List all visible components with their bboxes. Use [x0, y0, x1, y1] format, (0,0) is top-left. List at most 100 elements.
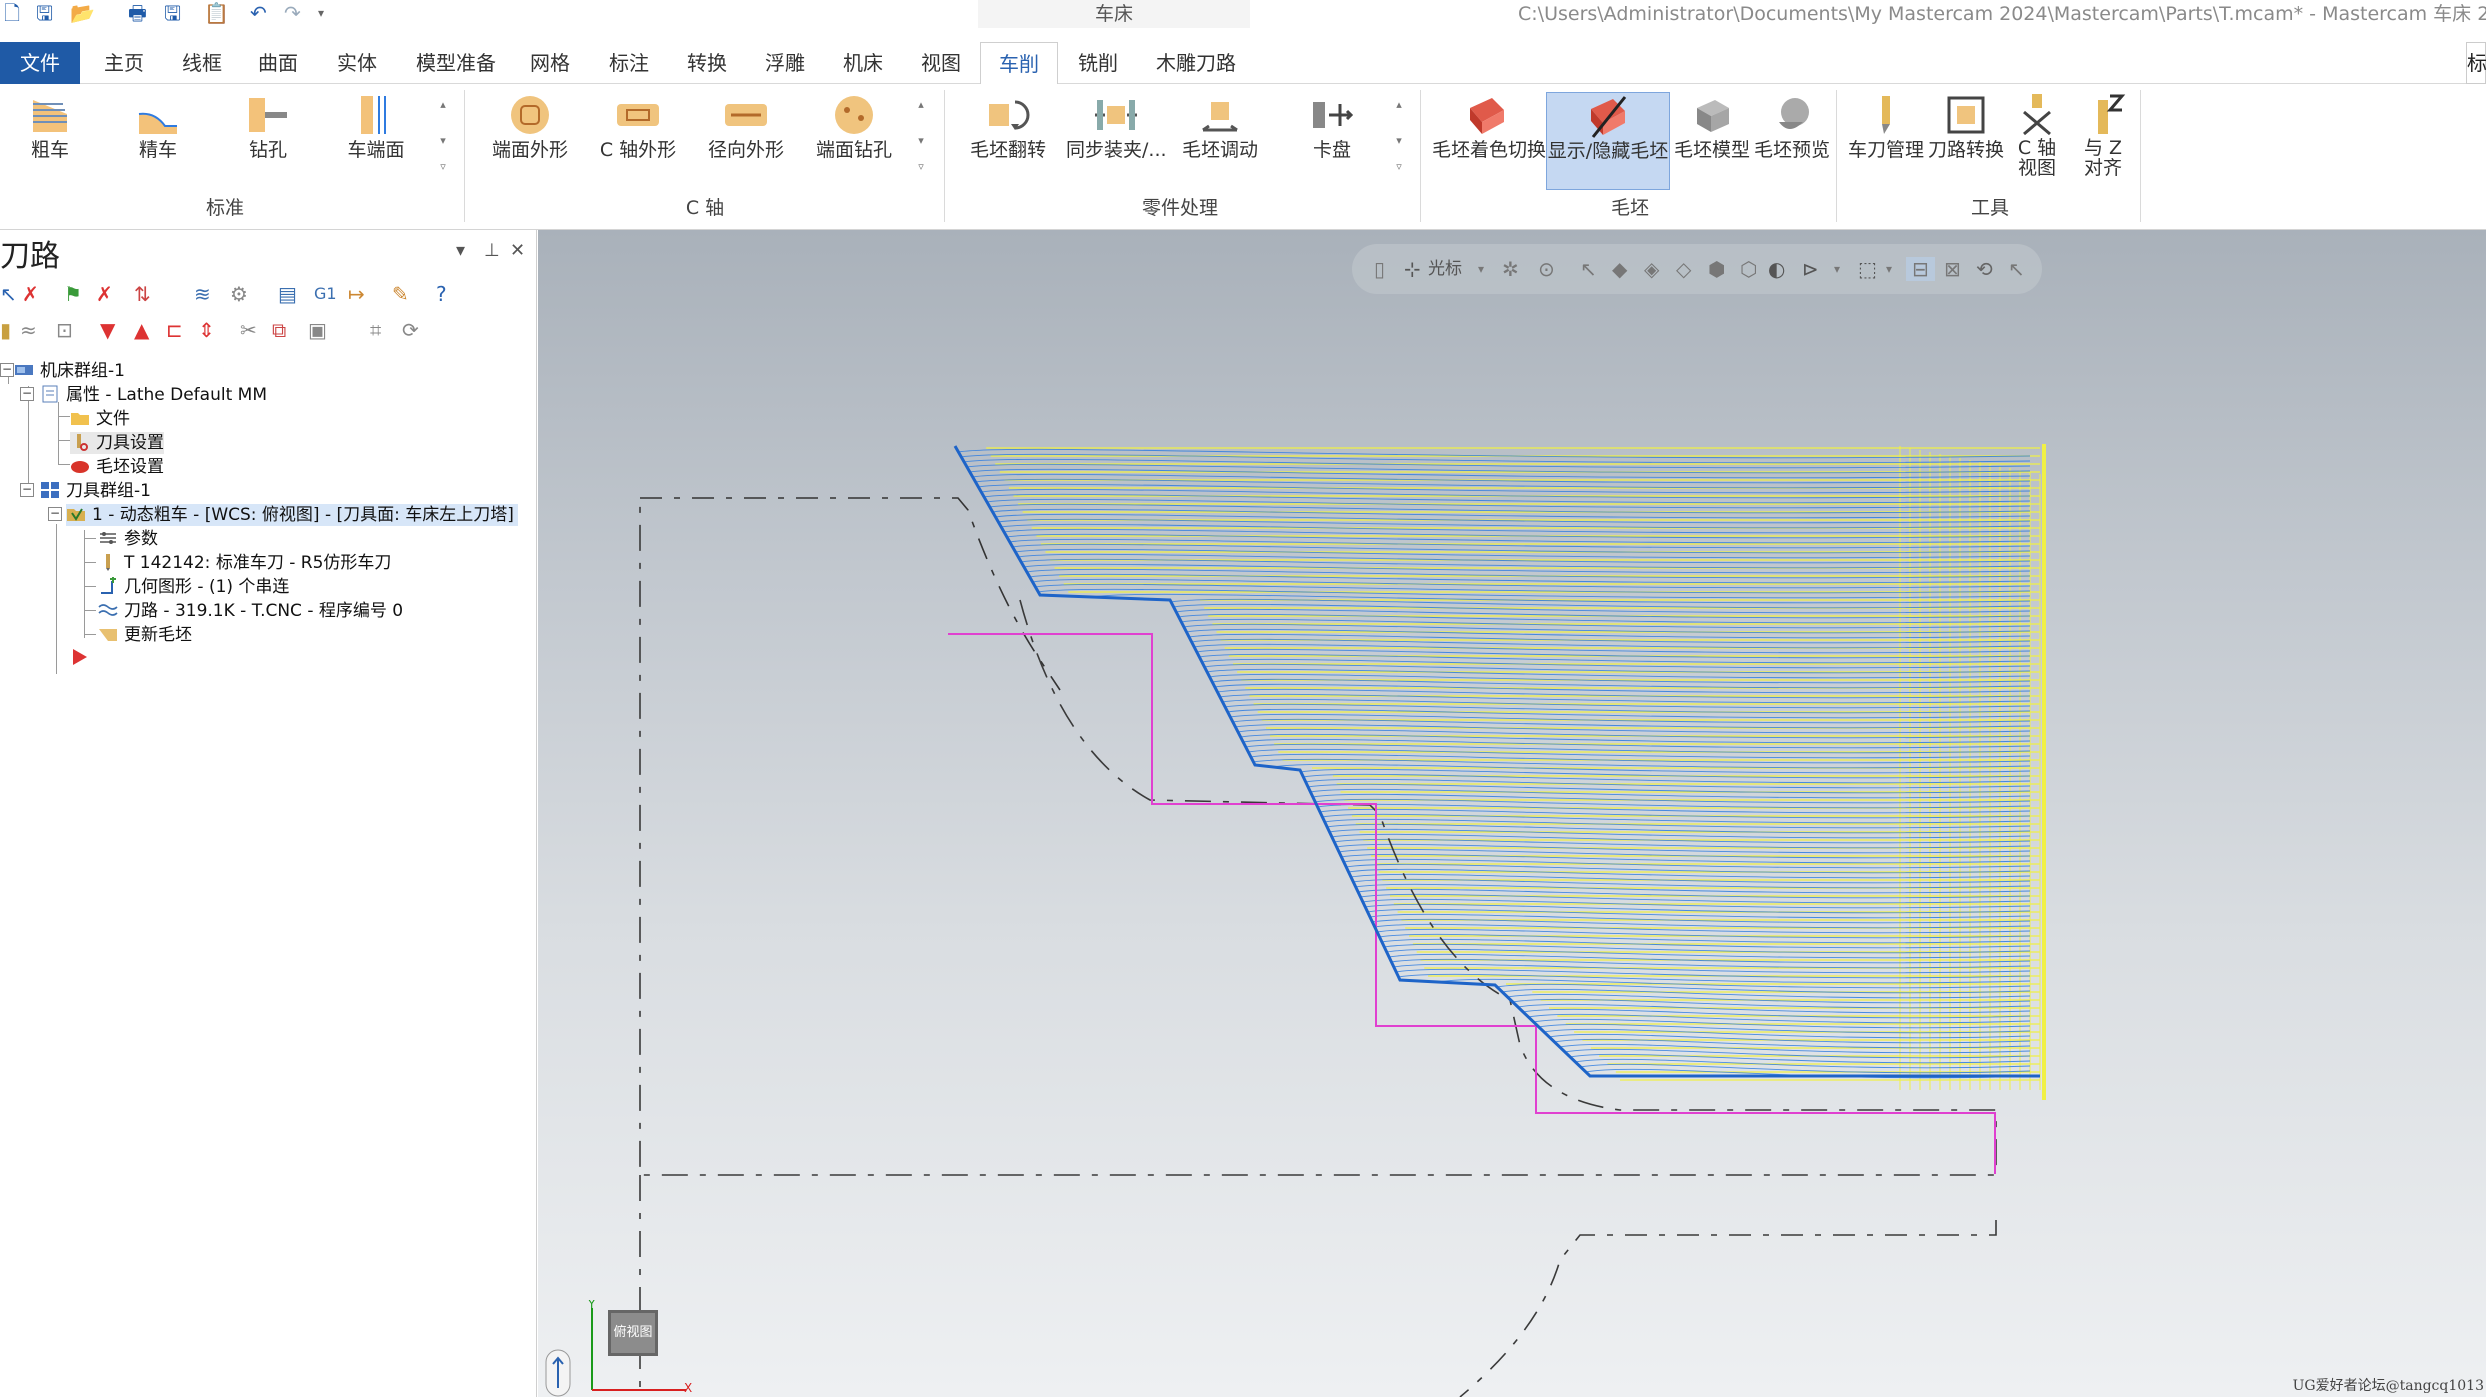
insert-arrow-icon[interactable]: ⊏ — [166, 316, 183, 344]
redo-icon[interactable]: ↷ — [284, 2, 301, 24]
collapse-toggle[interactable]: − — [20, 387, 34, 401]
tab-wireframe[interactable]: 线框 — [182, 42, 222, 84]
tree-item-operation[interactable]: 1 - 动态粗车 - [WCS: 俯视图] - [刀具面: 车床左上刀塔] — [66, 504, 518, 526]
copy-icon[interactable]: ⧉ — [272, 316, 286, 344]
drill-button[interactable]: 钻孔 — [240, 92, 296, 162]
post-selected-icon[interactable]: ↦ — [348, 280, 365, 308]
scroll-up-icon[interactable]: ▴ — [914, 98, 928, 112]
stock-flip-button[interactable]: 毛坯翻转 — [968, 92, 1048, 162]
tab-milling[interactable]: 铣削 — [1078, 42, 1118, 84]
verify-icon[interactable]: ≋ — [194, 280, 211, 308]
select-all-icon[interactable]: ↖ — [0, 280, 17, 308]
clipboard-icon[interactable]: 📋 — [204, 2, 229, 24]
print-icon[interactable]: 🖶 — [128, 2, 147, 24]
scroll-down-icon[interactable]: ▾ — [1392, 134, 1406, 148]
chuck-button[interactable]: 卡盘 — [1300, 92, 1364, 162]
gallery-expand-icon[interactable]: ▿ — [914, 160, 928, 174]
deselect-icon[interactable]: ✗ — [22, 280, 39, 308]
face-button[interactable]: 车端面 — [344, 92, 408, 162]
regenerate-all-icon[interactable]: ⚑ — [64, 280, 82, 308]
customize-qat-icon[interactable]: ▾ — [318, 2, 324, 24]
collapse-toggle[interactable]: − — [48, 507, 62, 521]
move-up-icon[interactable]: ▲ — [134, 316, 149, 344]
tab-surfaces[interactable]: 曲面 — [258, 42, 298, 84]
display-options-icon[interactable]: ▣ — [308, 316, 327, 344]
c-axis-contour-button[interactable]: C 轴外形 — [598, 92, 678, 162]
tab-model-prep[interactable]: 模型准备 — [416, 42, 496, 84]
tree-item-machine-group[interactable]: 机床群组-1 — [14, 360, 125, 382]
tab-machine[interactable]: 机床 — [843, 42, 883, 84]
tree-item-tool-settings[interactable]: 刀具设置 — [70, 432, 164, 454]
move-down-icon[interactable]: ▼ — [100, 316, 115, 344]
face-drill-button[interactable]: 端面钻孔 — [814, 92, 894, 162]
tree-item-toolgroup[interactable]: 刀具群组-1 — [40, 480, 151, 502]
save-as-icon[interactable]: 🖫 — [164, 2, 181, 24]
rough-button[interactable]: 粗车 — [22, 92, 78, 162]
view-scroll-handle[interactable] — [544, 1348, 574, 1398]
collapse-toggle[interactable]: − — [0, 363, 14, 377]
scroll-up-icon[interactable]: ▴ — [436, 98, 450, 112]
open-icon[interactable]: 📂 — [70, 2, 95, 24]
collapse-toggle[interactable]: − — [20, 483, 34, 497]
backplot-icon[interactable]: ⇅ — [134, 280, 151, 308]
scroll-down-icon[interactable]: ▾ — [914, 134, 928, 148]
tree-item-properties[interactable]: 属性 - Lathe Default MM — [40, 384, 267, 406]
tab-transform[interactable]: 转换 — [687, 42, 727, 84]
tab-view[interactable]: 视图 — [921, 42, 961, 84]
gallery-expand-icon[interactable]: ▿ — [1392, 160, 1406, 174]
tree-item-files[interactable]: 文件 — [70, 408, 130, 430]
pin-icon[interactable]: ⊥ — [484, 240, 500, 261]
scroll-to-arrow-icon[interactable]: ⇕ — [198, 316, 215, 344]
gallery-expand-icon[interactable]: ▿ — [436, 160, 450, 174]
sync-chuck-button[interactable]: 同步装夹/... — [1066, 92, 1167, 162]
scroll-up-icon[interactable]: ▴ — [1392, 98, 1406, 112]
simulate-icon[interactable]: ⚙ — [230, 280, 248, 308]
post-g1-icon[interactable]: G1 — [314, 280, 337, 308]
highspeed-icon[interactable]: ✎ — [392, 280, 409, 308]
tool-manager-button[interactable]: 车刀管理 — [1848, 92, 1924, 162]
help-icon[interactable]: ? — [436, 280, 447, 308]
face-contour-button[interactable]: 端面外形 — [490, 92, 570, 162]
tab-relief[interactable]: 浮雕 — [765, 42, 805, 84]
tab-overflow[interactable]: 标 — [2466, 42, 2486, 84]
tab-annotate[interactable]: 标注 — [609, 42, 649, 84]
cross-contour-button[interactable]: 径向外形 — [706, 92, 786, 162]
c-axis-view-button[interactable]: C 轴视图 — [2012, 92, 2062, 178]
tab-home[interactable]: 主页 — [104, 42, 144, 84]
tab-mesh[interactable]: 网格 — [530, 42, 570, 84]
stock-shift-button[interactable]: 毛坯调动 — [1180, 92, 1260, 162]
close-icon[interactable]: ✕ — [510, 240, 525, 261]
simulator-icon[interactable]: ▤ — [278, 280, 297, 308]
save-icon[interactable]: 🖫 — [36, 2, 53, 24]
tree-item-update-stock[interactable]: 更新毛坯 — [98, 624, 192, 646]
tree-item-toolpath[interactable]: 刀路 - 319.1K - T.CNC - 程序编号 0 — [98, 600, 403, 622]
stock-preview-button[interactable]: 毛坯预览 — [1752, 92, 1832, 162]
tree-item-tool[interactable]: T 142142: 标准车刀 - R5仿形车刀 — [98, 552, 391, 574]
show-selected-icon[interactable]: ✂ — [240, 316, 257, 344]
tab-wood-router[interactable]: 木雕刀路 — [1156, 42, 1236, 84]
tree-item-geometry[interactable]: 几何图形 - (1) 个串连 — [98, 576, 289, 598]
stock-shading-button[interactable]: 毛坯着色切换 — [1432, 92, 1546, 162]
insert-arrow-icon[interactable] — [72, 648, 88, 666]
toggle-post-icon[interactable]: ⊡ — [56, 316, 73, 344]
panel-menu-icon[interactable]: ▾ — [456, 240, 465, 261]
tab-file[interactable]: 文件 — [0, 42, 80, 84]
tab-solids[interactable]: 实体 — [337, 42, 377, 84]
align-z-button[interactable]: 与 Z 对齐 — [2078, 92, 2128, 178]
tree-item-parameters[interactable]: 参数 — [98, 528, 158, 550]
scroll-down-icon[interactable]: ▾ — [436, 134, 450, 148]
stock-model-button[interactable]: 毛坯模型 — [1672, 92, 1752, 162]
show-hide-stock-button[interactable]: 显示/隐藏毛坯 — [1546, 92, 1670, 190]
graphics-viewport[interactable]: ▯ ⊹ 光标 ▾ ✲ ⊙ ↖ ◆ ◈ ◇ ⬢ ⬡ ◐ ⊳ ▾ ⬚ ▾ ⊟ ⊠ ⟲… — [538, 230, 2486, 1397]
toolpath-transform-button[interactable]: 刀路转换 — [1928, 92, 2004, 162]
lock-icon[interactable]: ▮ — [0, 316, 11, 344]
tab-turning[interactable]: 车削 — [980, 42, 1058, 85]
new-file-icon[interactable]: 🗋 — [4, 2, 20, 24]
toolpath-editor-icon[interactable]: ⌗ — [370, 316, 381, 344]
regenerate-dirty-icon[interactable]: ✗ — [96, 280, 113, 308]
finish-button[interactable]: 精车 — [130, 92, 186, 162]
tree-item-stock-settings[interactable]: 毛坯设置 — [70, 456, 164, 478]
refresh-icon[interactable]: ⟳ — [402, 316, 419, 344]
toggle-display-icon[interactable]: ≈ — [20, 316, 37, 344]
undo-icon[interactable]: ↶ — [250, 2, 267, 24]
